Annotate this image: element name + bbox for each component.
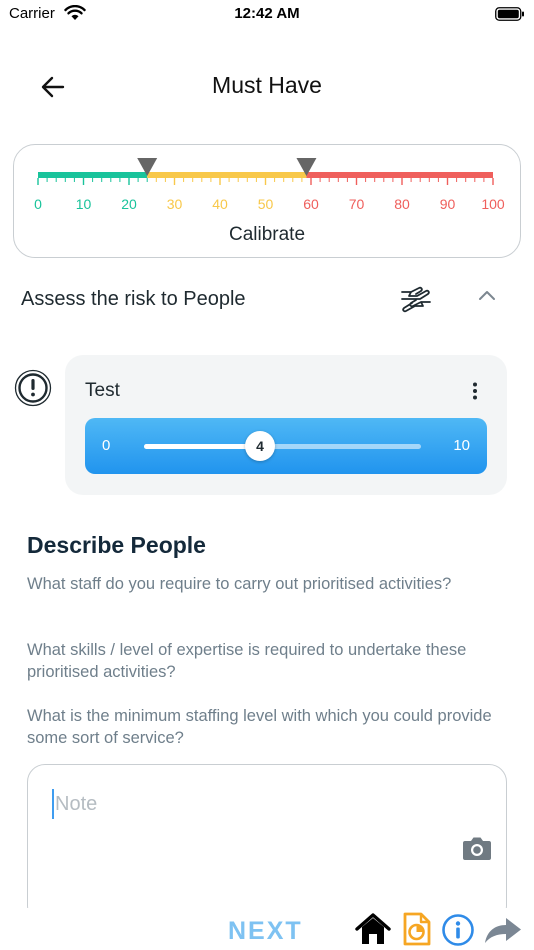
share-icon[interactable]: [483, 914, 523, 946]
home-icon[interactable]: [355, 912, 391, 946]
scale-tick-label: 30: [167, 196, 183, 212]
hands-icon[interactable]: [399, 283, 433, 315]
slider-fill: [144, 444, 260, 449]
camera-icon[interactable]: [462, 835, 492, 861]
question-text: What skills / level of expertise is requ…: [27, 641, 467, 681]
risk-item-title: Test: [85, 380, 120, 401]
assess-section-header[interactable]: Assess the risk to People: [0, 278, 534, 322]
scale-tick-label: 0: [34, 196, 42, 212]
scale-tick-label: 80: [394, 196, 410, 212]
scale-tick-label: 10: [76, 196, 92, 212]
question-text: What is the minimum staffing level with …: [27, 707, 492, 747]
slider-thumb[interactable]: 4: [245, 431, 275, 461]
kebab-menu-icon[interactable]: [465, 381, 485, 401]
status-bar: Carrier 12:42 AM: [0, 0, 534, 30]
battery-icon: [495, 7, 524, 21]
question-text: What staff do you require to carry out p…: [27, 575, 452, 593]
assess-label: Assess the risk to People: [21, 288, 246, 310]
scale-zone-1: [147, 172, 307, 178]
chevron-up-icon[interactable]: [476, 287, 498, 303]
section-title: Describe People: [27, 532, 206, 558]
scale-tick-label: 40: [212, 196, 228, 212]
page-title: Must Have: [212, 72, 322, 98]
scale-zone-0: [38, 172, 148, 178]
calibrate-card[interactable]: 0 10 20 30 40 50 60 70 80 90 100 Calibrate: [13, 144, 521, 258]
clock: 12:42 AM: [234, 5, 300, 22]
slider-min-label: 0: [102, 437, 111, 454]
scale-tick-label: 20: [121, 196, 137, 212]
scale-tick-label: 90: [440, 196, 456, 212]
slider-max-label: 10: [453, 437, 470, 454]
risk-slider[interactable]: 0 4 10: [85, 418, 487, 474]
note-input[interactable]: [52, 789, 452, 819]
scale-zone-2: [306, 172, 493, 178]
scale-tick-label: 60: [303, 196, 319, 212]
next-button[interactable]: NEXT: [228, 917, 303, 946]
exclamation-circle-icon[interactable]: [14, 369, 52, 407]
scale-tick-label: 100: [481, 196, 505, 212]
note-box: [27, 764, 507, 924]
report-icon[interactable]: [402, 912, 432, 946]
risk-item-card: Test 0 4 10: [65, 355, 507, 495]
bottom-bar: NEXT: [0, 908, 534, 950]
calibrate-label: Calibrate: [228, 224, 306, 245]
info-icon[interactable]: [441, 913, 475, 947]
scale-tick-label: 70: [349, 196, 365, 212]
risk-scale: 0 10 20 30 40 50 60 70 80 90 100: [34, 158, 505, 212]
scale-tick-label: 50: [258, 196, 274, 212]
